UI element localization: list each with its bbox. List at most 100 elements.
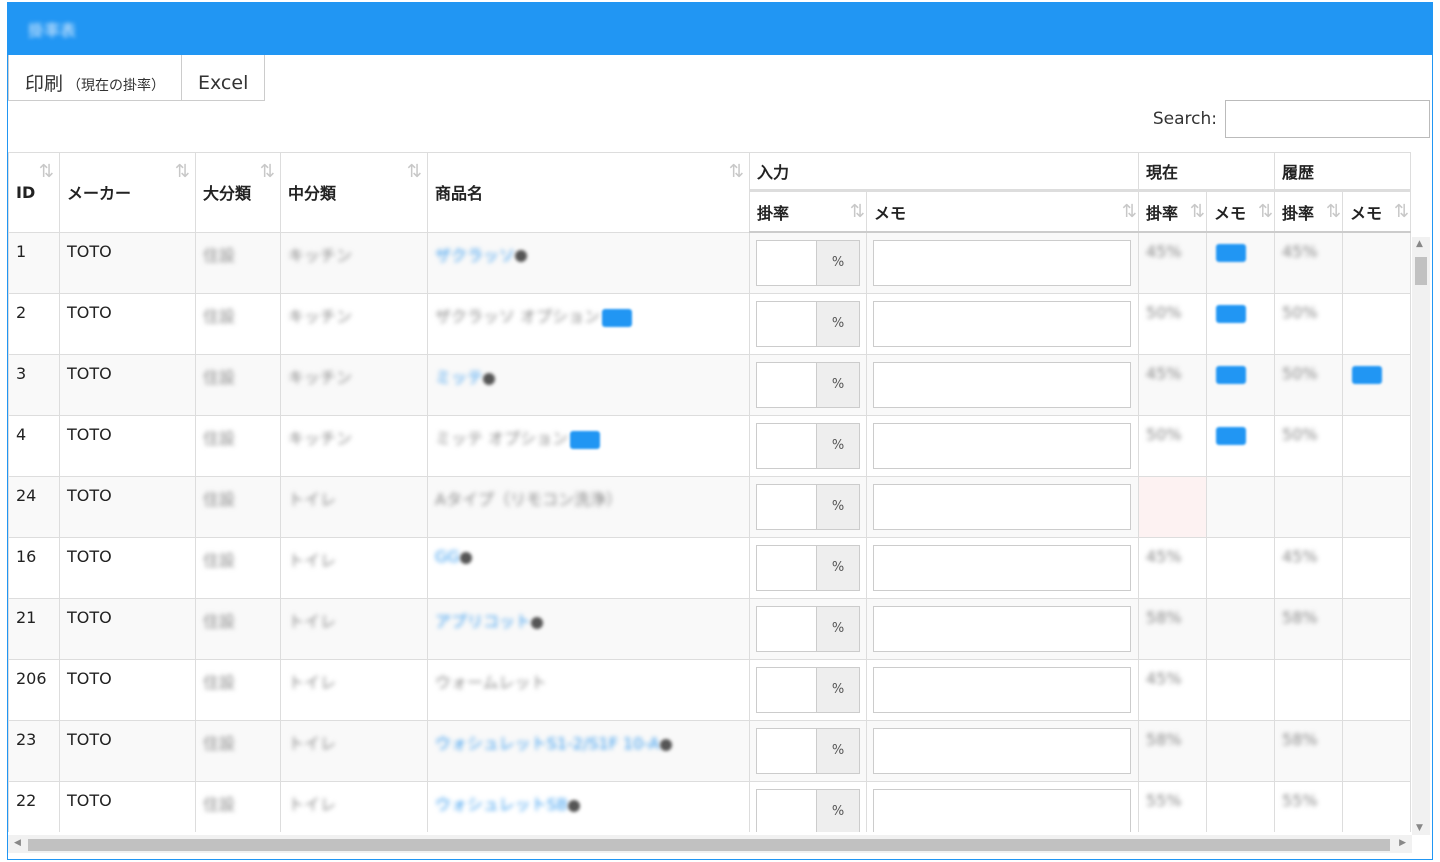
cell-id: 23 (8, 720, 60, 782)
rate-input[interactable] (756, 606, 816, 652)
table-row: 16 TOTO 住設 トイレ GG% 45% 45% (8, 537, 1412, 599)
memo-badge-icon[interactable] (1216, 304, 1247, 323)
rate-input[interactable] (756, 240, 816, 286)
cell-history-rate: 50% (1274, 293, 1344, 355)
rate-input-group: % (756, 728, 860, 774)
cell-middle-category: トイレ (280, 476, 428, 538)
rate-input[interactable] (756, 423, 816, 469)
memo-badge-icon[interactable] (570, 430, 601, 449)
product-name-link[interactable]: アプリコット (435, 612, 531, 631)
header-history-rate[interactable]: 掛率 ⇅ (1274, 190, 1344, 233)
cell-middle-category: キッチン (280, 354, 428, 416)
memo-badge-icon[interactable] (602, 308, 633, 327)
memo-input[interactable] (873, 606, 1131, 652)
memo-input[interactable] (873, 484, 1131, 530)
scroll-right-icon[interactable]: ▶ (1399, 838, 1406, 848)
rate-input[interactable] (756, 362, 816, 408)
sort-icon: ⇅ (406, 161, 422, 182)
edit-icon[interactable] (515, 250, 528, 262)
print-button[interactable]: 印刷 （現在の掛率） (8, 55, 183, 101)
header-current-memo[interactable]: メモ ⇅ (1206, 190, 1276, 233)
header-major-category[interactable]: ⇅ 大分類 (195, 152, 281, 233)
vertical-scroll-thumb[interactable] (1415, 257, 1427, 285)
vertical-scrollbar[interactable]: ▲ ▼ (1412, 237, 1430, 835)
scroll-up-icon[interactable]: ▲ (1416, 239, 1423, 249)
memo-input[interactable] (873, 240, 1131, 286)
edit-icon[interactable] (659, 738, 672, 751)
horizontal-scroll-thumb[interactable] (28, 839, 1390, 851)
memo-input[interactable] (873, 362, 1131, 408)
middle-category-value: トイレ (288, 612, 337, 631)
sort-icon: ⇅ (849, 201, 865, 222)
memo-badge-icon[interactable] (1216, 365, 1247, 384)
header-maker[interactable]: ⇅ メーカー (59, 152, 196, 233)
percent-addon: % (816, 545, 860, 591)
cell-id: 24 (8, 476, 60, 538)
memo-input[interactable] (873, 301, 1131, 347)
header-history-rate-label: 掛率 (1282, 204, 1315, 223)
memo-badge-icon[interactable] (1216, 243, 1247, 262)
header-product-name[interactable]: ⇅ 商品名 (427, 152, 750, 233)
memo-badge-icon[interactable] (1216, 426, 1247, 445)
cell-middle-category: トイレ (280, 781, 428, 832)
rate-input[interactable] (756, 301, 816, 347)
header-history-memo[interactable]: メモ ⇅ (1342, 190, 1412, 233)
rate-input[interactable] (756, 728, 816, 774)
header-current-rate[interactable]: 掛率 ⇅ (1138, 190, 1208, 233)
product-name-link[interactable]: GG (435, 547, 460, 566)
memo-input[interactable] (873, 667, 1131, 713)
rate-input[interactable] (756, 545, 816, 591)
rate-input[interactable] (756, 484, 816, 530)
cell-current-memo (1206, 476, 1276, 538)
edit-icon[interactable] (567, 799, 580, 812)
edit-icon[interactable] (531, 616, 544, 629)
maker-value: TOTO (67, 364, 112, 383)
cell-current-memo (1206, 720, 1276, 782)
memo-input[interactable] (873, 545, 1131, 591)
header-input-rate[interactable]: 掛率 ⇅ (749, 190, 867, 233)
rate-input[interactable] (756, 789, 816, 832)
cell-product-name: ウォームレット (427, 659, 750, 721)
memo-badge-icon[interactable] (1352, 365, 1383, 384)
sort-icon: ⇅ (38, 161, 54, 182)
cell-id: 16 (8, 537, 60, 599)
search-input[interactable] (1225, 100, 1430, 138)
header-input-memo[interactable]: メモ ⇅ (865, 190, 1140, 233)
dialog-window: 掛率表 印刷 （現在の掛率） Excel Search: ⇅ ID ⇅ メーカー ⇅ 大… (7, 2, 1433, 860)
memo-input[interactable] (873, 789, 1131, 832)
cell-history-rate: 55% (1274, 781, 1344, 832)
header-id[interactable]: ⇅ ID (8, 152, 60, 233)
edit-icon[interactable] (459, 551, 472, 564)
product-name-link[interactable]: ウォシュレットSB (435, 795, 568, 814)
product-name-link[interactable]: ザクラッソ (435, 246, 515, 265)
major-category-value: 住設 (203, 795, 236, 814)
cell-major-category: 住設 (195, 476, 281, 538)
cell-major-category: 住設 (195, 354, 281, 416)
edit-icon[interactable] (483, 372, 496, 385)
table-row: 21 TOTO 住設 トイレ アプリコット% 58% 58% (8, 598, 1412, 660)
cell-id: 1 (8, 231, 60, 294)
scroll-left-icon[interactable]: ◀ (14, 838, 21, 848)
product-name-link[interactable]: ウォシュレットS1-2/S1F 10-A (435, 734, 660, 753)
cell-id: 2 (8, 293, 60, 355)
memo-input[interactable] (873, 423, 1131, 469)
cell-input-memo (865, 354, 1140, 416)
header-middle-category[interactable]: ⇅ 中分類 (280, 152, 428, 233)
memo-input[interactable] (873, 728, 1131, 774)
rate-input[interactable] (756, 667, 816, 713)
title-bar: 掛率表 (8, 3, 1432, 55)
id-value: 22 (16, 791, 37, 810)
sort-icon: ⇅ (1257, 201, 1273, 222)
table-row: 22 TOTO 住設 トイレ ウォシュレットSB% 55% 55% (8, 781, 1412, 832)
cell-current-rate: 55% (1138, 781, 1208, 832)
middle-category-value: トイレ (288, 673, 337, 692)
cell-input-memo (865, 720, 1140, 782)
current-rate-value: 45% (1146, 669, 1182, 688)
product-name-link[interactable]: ミッテ (435, 368, 483, 387)
horizontal-scrollbar[interactable]: ◀ ▶ (8, 835, 1412, 853)
history-rate-value: 45% (1282, 547, 1318, 566)
scroll-down-icon[interactable]: ▼ (1416, 823, 1423, 833)
cell-product-name: Aタイプ（リモコン洗浄） (427, 476, 750, 538)
history-rate-value: 50% (1282, 303, 1318, 322)
excel-button[interactable]: Excel (182, 55, 266, 101)
